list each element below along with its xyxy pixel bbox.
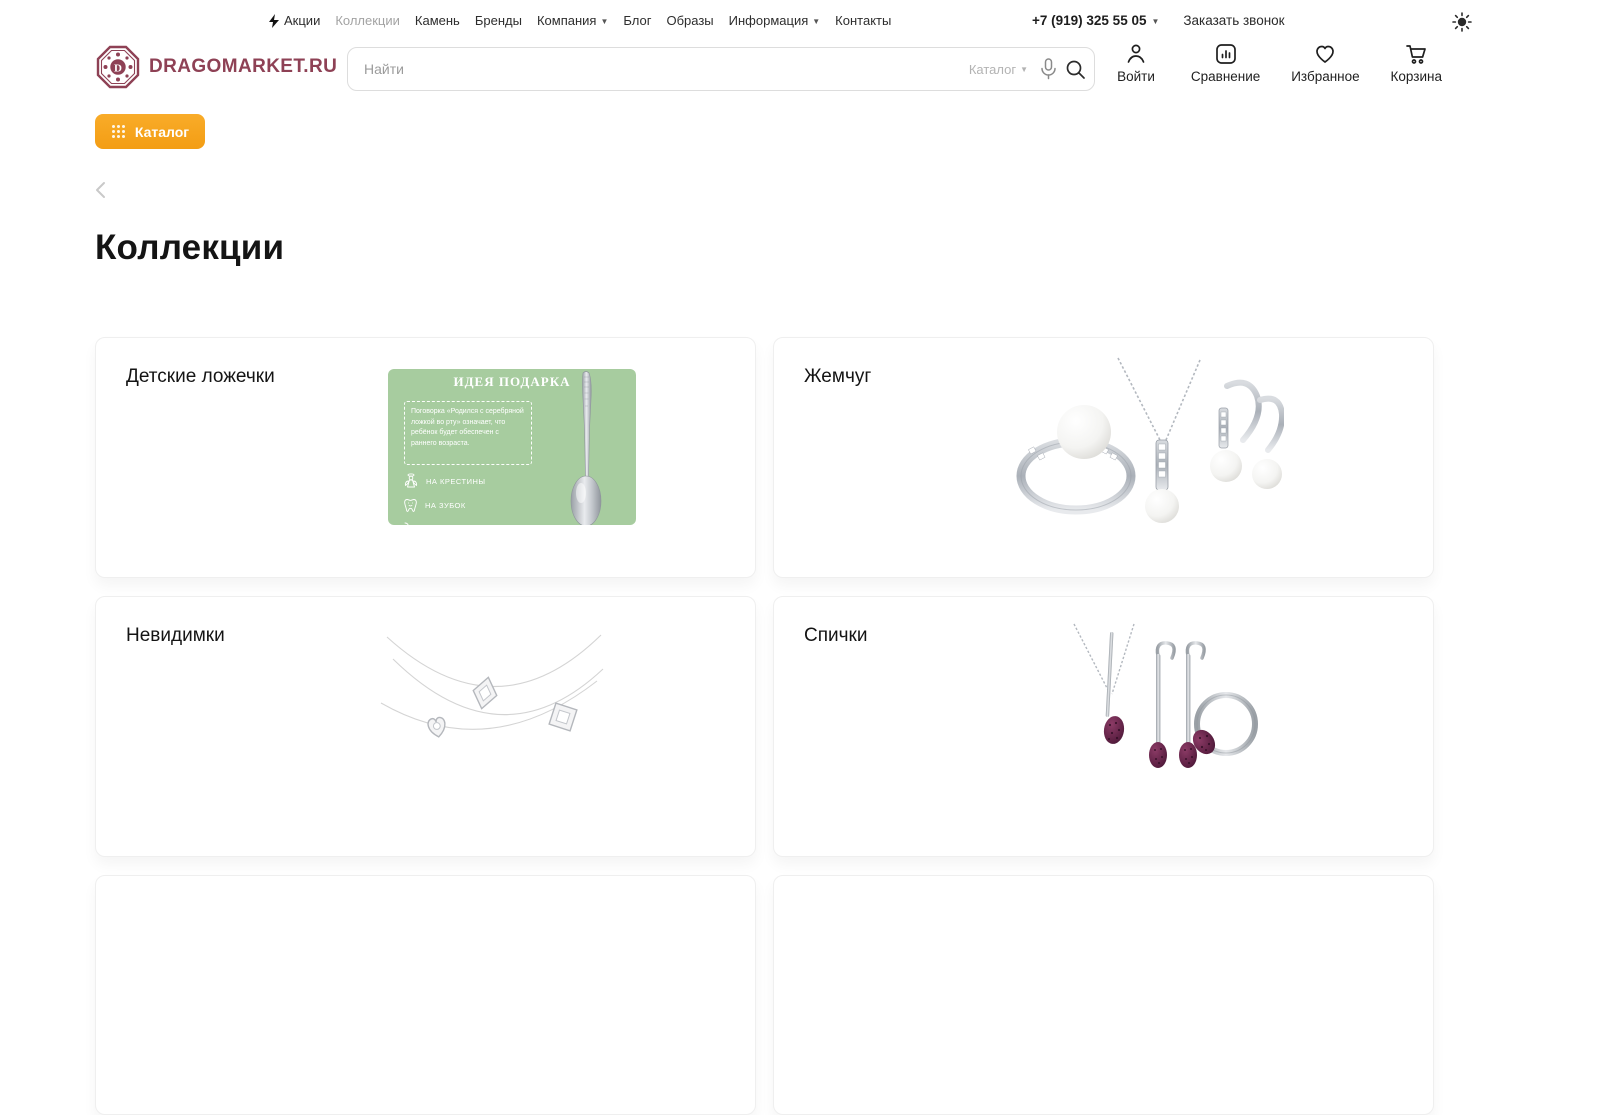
compare-chart-icon bbox=[1214, 42, 1238, 66]
callback-link[interactable]: Заказать звонок bbox=[1183, 13, 1284, 28]
top-navigation: Акции Коллекции Камень Бренды Компания ▼… bbox=[268, 13, 891, 28]
logo-letter: D bbox=[114, 63, 122, 75]
chevron-down-icon: ▼ bbox=[812, 18, 820, 26]
nav-label: Бренды bbox=[475, 13, 522, 28]
nav-label: Акции bbox=[284, 13, 320, 28]
nav-label: Камень bbox=[415, 13, 460, 28]
page-title: Коллекции bbox=[95, 228, 284, 268]
back-chevron-icon[interactable] bbox=[93, 180, 109, 200]
grid-dots-icon bbox=[111, 124, 126, 139]
poster-list-label: НА КРЕСТИНЫ bbox=[426, 477, 486, 486]
angel-icon bbox=[404, 473, 418, 489]
heart-icon bbox=[1313, 42, 1337, 66]
search-input[interactable] bbox=[348, 61, 969, 77]
collection-card-pearls[interactable]: Жемчуг bbox=[773, 337, 1434, 578]
action-label: Корзина bbox=[1391, 69, 1442, 84]
compare-button[interactable]: Сравнение bbox=[1191, 42, 1260, 84]
chevron-down-icon: ▼ bbox=[1020, 66, 1028, 74]
collection-title: Спички bbox=[804, 625, 867, 647]
nav-item-brands[interactable]: Бренды bbox=[475, 13, 522, 28]
nav-item-promotions[interactable]: Акции bbox=[268, 13, 320, 28]
nav-item-information[interactable]: Информация ▼ bbox=[729, 13, 821, 28]
nav-item-blog[interactable]: Блог bbox=[623, 13, 651, 28]
cart-button[interactable]: Корзина bbox=[1391, 42, 1442, 84]
nav-item-collections[interactable]: Коллекции bbox=[335, 13, 400, 28]
cart-icon bbox=[1404, 42, 1428, 66]
chevron-down-icon: ▼ bbox=[1151, 18, 1159, 26]
poster-list-row: НА ДР bbox=[404, 522, 486, 525]
collection-card-invisible-necklaces[interactable]: Невидимки bbox=[95, 596, 756, 857]
header: D DRAGOMARKET.RU Каталог ▼ Войти bbox=[0, 42, 1606, 114]
brand-name: DRAGOMARKET.RU bbox=[149, 56, 337, 78]
nav-label: Контакты bbox=[835, 13, 891, 28]
match-jewelry-image bbox=[1062, 622, 1262, 787]
action-label: Войти bbox=[1117, 69, 1155, 84]
collection-title: Жемчуг bbox=[804, 366, 871, 388]
microphone-icon bbox=[1040, 58, 1057, 80]
phone-number: +7 (919) 325 55 05 bbox=[1032, 13, 1146, 28]
nav-label: Информация bbox=[729, 13, 809, 28]
user-icon bbox=[1124, 42, 1148, 66]
poster-list-row: НА ЗУБОК bbox=[404, 498, 486, 513]
logo-emblem-icon: D bbox=[95, 44, 141, 90]
poster-list-row: НА КРЕСТИНЫ bbox=[404, 473, 486, 489]
silver-spoon-image bbox=[564, 369, 608, 525]
nav-item-looks[interactable]: Образы bbox=[666, 13, 713, 28]
topbar-right: +7 (919) 325 55 05 ▼ Заказать звонок bbox=[1032, 13, 1285, 28]
collection-card-baby-spoons[interactable]: Детские ложечки ИДЕЯ ПОДАРКА Поговорка «… bbox=[95, 337, 756, 578]
action-label: Сравнение bbox=[1191, 69, 1260, 84]
search-icon bbox=[1065, 59, 1086, 80]
catalog-button-label: Каталог bbox=[135, 124, 189, 140]
nav-item-stone[interactable]: Камень bbox=[415, 13, 460, 28]
collection-title: Детские ложечки bbox=[126, 366, 275, 388]
catalog-button[interactable]: Каталог bbox=[95, 114, 205, 149]
search-bar: Каталог ▼ bbox=[347, 47, 1095, 91]
poster-list: НА КРЕСТИНЫ НА ЗУБОК НА ДР bbox=[404, 473, 486, 525]
collection-title: Невидимки bbox=[126, 625, 225, 647]
action-label: Избранное bbox=[1291, 69, 1359, 84]
nav-item-contacts[interactable]: Контакты bbox=[835, 13, 891, 28]
nav-label: Коллекции bbox=[335, 13, 400, 28]
poster-list-label: НА ЗУБОК bbox=[425, 501, 466, 510]
nav-label: Компания bbox=[537, 13, 597, 28]
voice-search-button[interactable] bbox=[1040, 58, 1065, 80]
spoon-poster-image: ИДЕЯ ПОДАРКА Поговорка «Родился с серебр… bbox=[388, 369, 636, 525]
logo[interactable]: D DRAGOMARKET.RU bbox=[95, 44, 337, 90]
poster-list-label: НА ДР bbox=[426, 524, 451, 526]
topbar: Акции Коллекции Камень Бренды Компания ▼… bbox=[0, 0, 1606, 42]
header-actions: Войти Сравнение Избранное Корзина bbox=[1112, 42, 1442, 84]
nav-item-company[interactable]: Компания ▼ bbox=[537, 13, 608, 28]
nav-label: Образы bbox=[666, 13, 713, 28]
search-category-select[interactable]: Каталог ▼ bbox=[969, 62, 1028, 77]
stroller-icon bbox=[404, 522, 418, 525]
collection-card-stub[interactable] bbox=[773, 875, 1434, 1115]
favorites-button[interactable]: Избранное bbox=[1291, 42, 1359, 84]
search-category-value: Каталог bbox=[969, 62, 1016, 77]
phone-dropdown[interactable]: +7 (919) 325 55 05 ▼ bbox=[1032, 13, 1159, 28]
chevron-down-icon: ▼ bbox=[600, 18, 608, 26]
tooth-icon bbox=[404, 498, 417, 513]
poster-note: Поговорка «Родился с серебряной ложкой в… bbox=[404, 401, 532, 465]
nav-label: Блог bbox=[623, 13, 651, 28]
login-button[interactable]: Войти bbox=[1112, 42, 1160, 84]
theme-sun-icon[interactable] bbox=[1452, 12, 1472, 32]
collection-card-matches[interactable]: Спички bbox=[773, 596, 1434, 857]
invisible-necklaces-image bbox=[379, 625, 609, 775]
pearl-jewelry-image bbox=[1014, 356, 1284, 526]
collections-grid: Детские ложечки ИДЕЯ ПОДАРКА Поговорка «… bbox=[95, 337, 1434, 1115]
search-submit-button[interactable] bbox=[1065, 59, 1094, 80]
lightning-icon bbox=[268, 14, 280, 28]
collection-card-stub[interactable] bbox=[95, 875, 756, 1115]
